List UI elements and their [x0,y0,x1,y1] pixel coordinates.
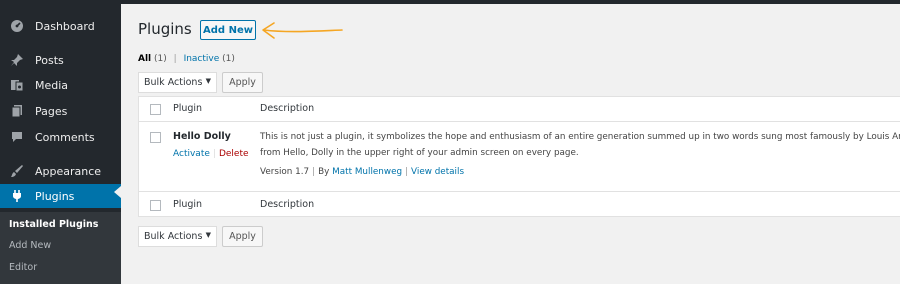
filter-all[interactable]: All [138,54,151,64]
sidebar-item-plugins[interactable]: Plugins [0,184,121,208]
filter-inactive[interactable]: Inactive [184,54,220,64]
apply-button-top[interactable]: Apply [222,72,263,93]
submenu-add-new[interactable]: Add New [9,240,51,251]
row-checkbox[interactable] [150,132,161,143]
filter-separator: | [173,54,177,64]
submenu-installed-plugins[interactable]: Installed Plugins [9,219,98,230]
sidebar-item-label: Plugins [35,189,75,203]
plugin-icon [9,188,25,204]
media-icon [9,77,25,93]
sidebar-item-label: Appearance [35,164,102,178]
dashboard-icon [9,18,25,34]
comment-icon [9,129,25,145]
admin-sidebar: Dashboard Posts Media Pages Comments App… [0,0,121,284]
active-menu-pointer [114,186,121,198]
plugins-table: Plugin Description Hello Dolly Activate |… [138,96,900,217]
activate-link[interactable]: Activate [173,149,210,159]
row-actions: Activate | Delete [173,149,249,159]
sidebar-item-label: Posts [35,53,64,67]
meta-separator: | [312,167,316,177]
sidebar-item-dashboard[interactable]: Dashboard [0,13,121,39]
sidebar-item-posts[interactable]: Posts [0,47,121,73]
bulk-actions-value: Bulk Actions [144,231,203,242]
by-label: By [318,167,330,177]
apply-button-bottom[interactable]: Apply [222,226,263,247]
sidebar-item-label: Media [35,78,69,92]
sidebar-item-label: Pages [35,104,68,118]
filter-all-count: (1) [154,54,167,64]
filter-inactive-count: (1) [222,54,235,64]
view-details-link[interactable]: View details [411,167,464,177]
bulk-actions-select-top[interactable]: Bulk Actions ▼ [138,72,217,93]
divider [139,121,900,122]
bulk-actions-value: Bulk Actions [144,77,203,88]
brush-icon [9,163,25,179]
pages-icon [9,103,25,119]
sidebar-item-label: Comments [35,130,95,144]
delete-link[interactable]: Delete [219,149,249,159]
chevron-down-icon: ▼ [205,77,211,85]
plugin-meta: Version 1.7 | By Matt Mullenweg | View detai… [260,167,464,177]
annotation-arrow-icon [262,22,343,39]
select-all-checkbox-footer[interactable] [150,200,161,211]
sidebar-item-media[interactable]: Media [0,72,121,98]
author-link[interactable]: Matt Mullenweg [332,167,402,177]
plugin-version: Version 1.7 [260,167,310,177]
plugin-name: Hello Dolly [173,131,231,142]
admin-toolbar [0,0,900,4]
sidebar-item-pages[interactable]: Pages [0,98,121,124]
column-header-plugin[interactable]: Plugin [173,103,202,114]
sidebar-item-appearance[interactable]: Appearance [0,158,121,184]
chevron-down-icon: ▼ [205,231,211,239]
meta-separator: | [405,167,409,177]
pin-icon [9,52,25,68]
column-footer-description: Description [260,199,315,210]
action-separator: | [212,149,216,159]
select-all-checkbox[interactable] [150,104,161,115]
column-footer-plugin[interactable]: Plugin [173,199,202,210]
submenu-editor[interactable]: Editor [9,262,37,273]
divider [139,191,900,192]
bulk-actions-select-bottom[interactable]: Bulk Actions ▼ [138,226,217,247]
column-header-description: Description [260,103,315,114]
plugin-description-line-2: from Hello, Dolly in the upper right of … [260,148,579,158]
add-new-button[interactable]: Add New [200,20,256,40]
plugin-description-line-1: This is not just a plugin, it symbolizes… [260,132,900,142]
page-title: Plugins [138,20,192,38]
sidebar-item-comments[interactable]: Comments [0,124,121,150]
sidebar-item-label: Dashboard [35,19,95,33]
plugins-submenu: Installed Plugins Add New Editor [0,212,121,284]
status-filter: All (1) | Inactive (1) [138,54,235,64]
